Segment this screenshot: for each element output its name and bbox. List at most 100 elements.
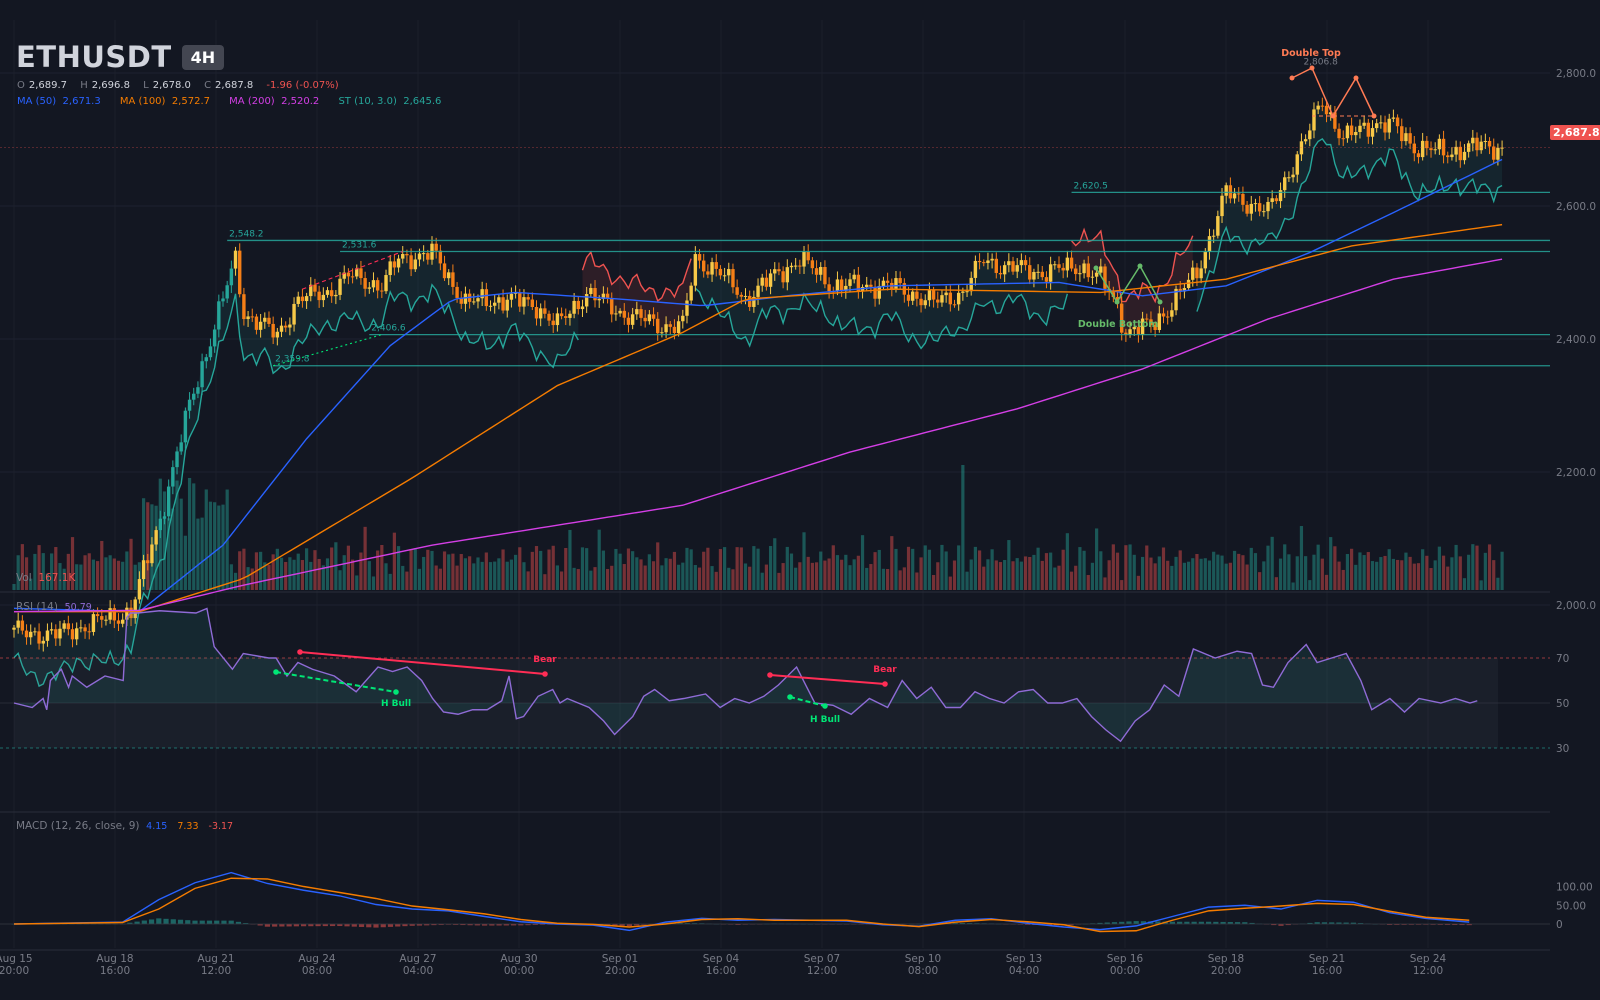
volume-bar [488,562,493,590]
candle-body [238,250,242,295]
volume-bar [1036,547,1040,590]
candle-body [576,300,580,310]
volume-bar [1446,566,1450,590]
candle-body [41,640,45,644]
candle-body [447,272,451,279]
volume-bar [497,558,501,590]
macd-legend[interactable]: MACD (12, 26, close, 9) 4.15 7.33 -3.17 [16,820,233,832]
volume-bar [1350,548,1354,590]
candle-body [175,451,179,468]
candle-body [45,630,50,641]
candle-body [676,321,681,334]
volume-bar [877,549,881,590]
volume-bar [572,567,576,590]
volume-bar [806,556,810,590]
volume-bar [1387,549,1391,590]
candle-body [1090,276,1095,278]
volume-bar [1090,562,1095,590]
volume-bar [409,549,413,590]
volume-bar [288,557,292,590]
volume-bar [1408,556,1412,590]
close-value: 2,687.8 [215,80,254,91]
rsi-value: 50.79 [64,602,92,613]
low-value: 2,678.0 [152,80,191,91]
volume-bar [1232,550,1237,590]
timeframe-badge[interactable]: 4H [181,44,225,70]
candle-body [91,614,96,632]
candle-body [681,315,685,322]
time-tick-label: Aug 27 [399,953,436,965]
volume-bar [614,548,618,590]
volume-bar [651,561,656,590]
candle-body [793,265,798,267]
rsi-legend[interactable]: RSI (14) 50.79 [16,601,92,613]
candle-body [1283,177,1287,191]
candle-body [254,316,259,330]
candle-body [777,269,781,272]
price-tick-label: 2,600.0 [1556,201,1596,213]
candle-body [359,268,363,279]
candle-body [693,254,698,286]
chart-canvas[interactable]: 2,548.22,531.62,406.62,359.82,620.52,806… [0,0,1600,1000]
time-tick-label: 04:00 [403,965,433,977]
ma200-legend[interactable]: MA (200) 2,520.2 [229,96,319,107]
candle-body [927,290,932,301]
candle-body [1412,143,1416,154]
volume-legend[interactable]: Vol 167.1K [16,572,75,584]
volume-bar [610,565,614,590]
volume-bar [1195,553,1199,590]
volume-bar [1120,580,1124,590]
candle-body [146,560,150,564]
supertrend-legend[interactable]: ST (10, 3.0) 2,645.6 [338,96,441,107]
volume-bar [1111,544,1115,590]
price-tick-label: 2,200.0 [1556,467,1596,479]
ma100-legend[interactable]: MA (100) 2,572.7 [120,96,210,107]
macd-hist-bar [387,924,394,927]
candle-body [229,268,234,286]
volume-bar [1145,545,1149,590]
volume-bar [330,547,334,590]
volume-bar [167,518,171,590]
volume-bar [116,560,121,590]
pattern-point [1309,65,1315,71]
volume-bar [96,561,100,590]
level-label: 2,548.2 [229,229,263,239]
candle-body [923,300,927,306]
candle-body [877,285,881,299]
candle-body [1207,236,1212,252]
candle-body [885,280,890,283]
symbol-title[interactable]: ETHUSDT [16,40,172,74]
time-tick-label: 08:00 [302,965,332,977]
candle-body [417,253,422,260]
volume-bar [723,547,727,590]
candle-body [1383,122,1387,133]
time-tick-label: 16:00 [1312,965,1342,977]
volume-bar [204,489,208,590]
open-label: O [17,80,25,91]
candle-body [714,262,718,269]
candle-body [271,323,275,338]
volume-bar [434,565,438,590]
candle-body [442,263,447,279]
volume-bar [894,548,898,590]
volume-bar [631,551,635,590]
volume-bar [480,561,484,590]
volume-bar [392,532,396,590]
candle-body [522,297,526,307]
candle-body [722,275,727,277]
candle-body [998,272,1003,275]
candle-body [1069,257,1074,269]
candle-body [300,296,305,302]
volume-bar [430,550,434,590]
candle-body [940,295,944,303]
supertrend-area [14,243,579,687]
time-tick-label: 12:00 [1413,965,1443,977]
candle-body [1404,133,1408,142]
candle-body [618,310,622,314]
volume-bar [1212,551,1216,590]
ma50-legend[interactable]: MA (50) 2,671.3 [17,96,101,107]
last-price-badge[interactable]: 2,687.8 [1550,125,1600,140]
volume-bar [463,558,468,590]
volume-bar [75,564,79,590]
time-tick-label: Aug 30 [500,953,537,965]
